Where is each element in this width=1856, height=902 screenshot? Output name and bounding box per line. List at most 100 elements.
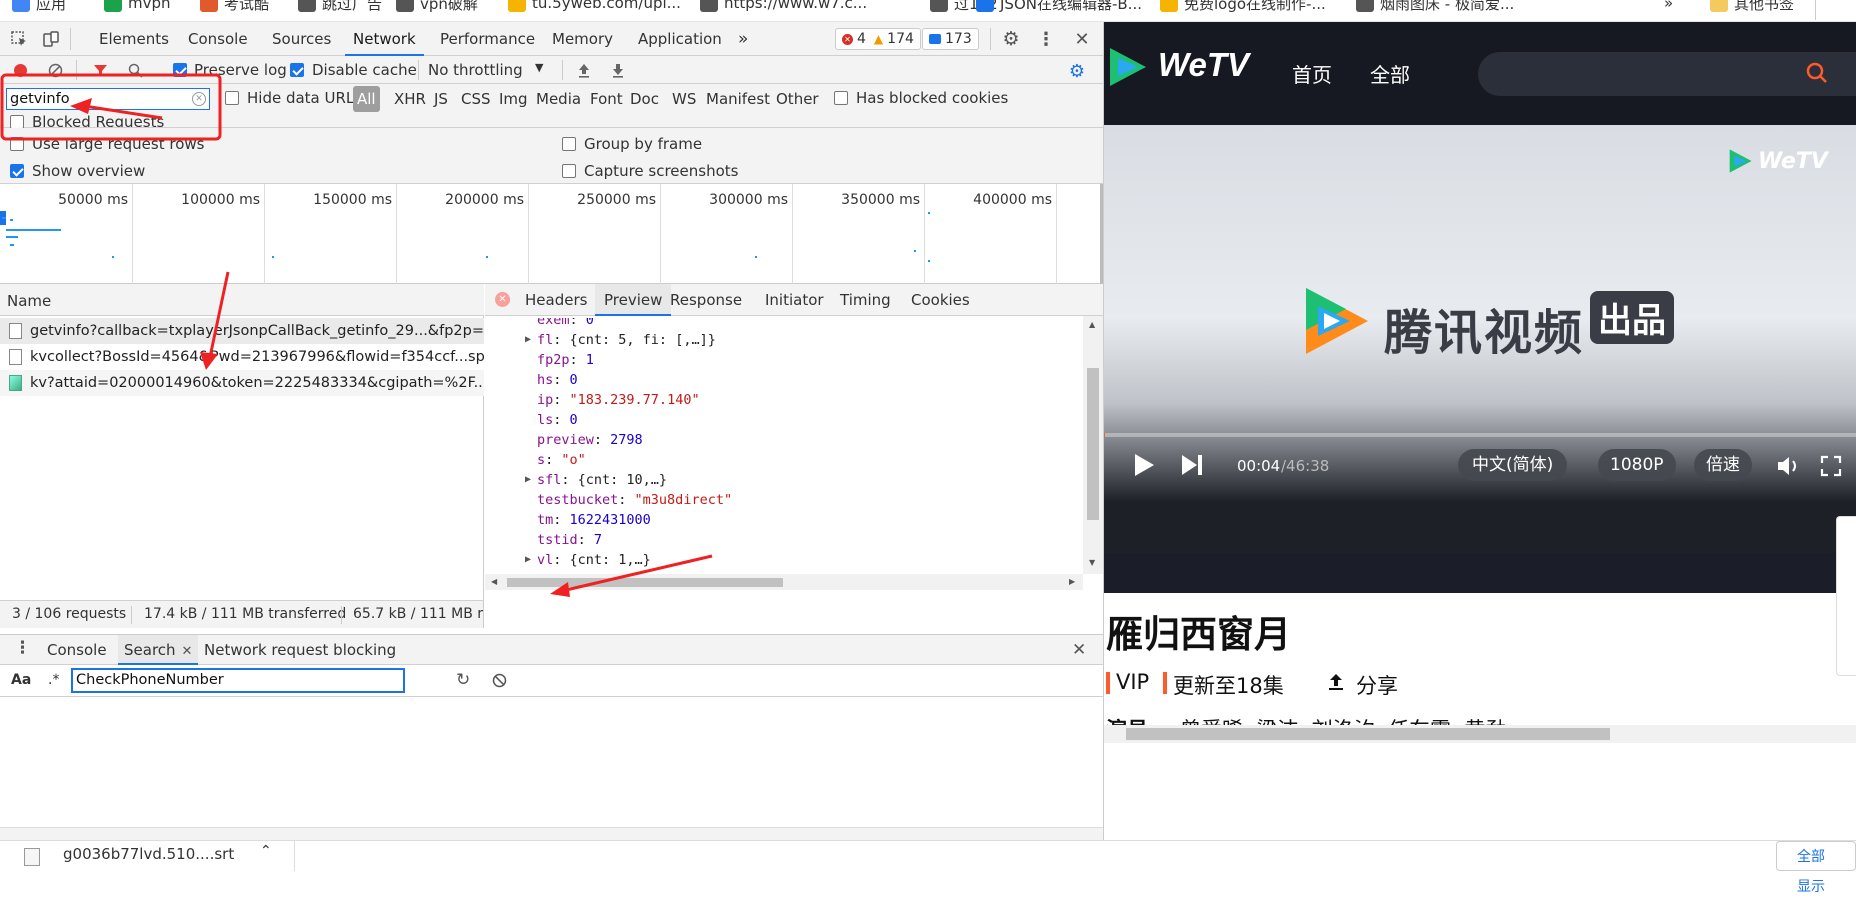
table-row[interactable]: getvinfo?callback=txplayerJsonpCallBack_… — [0, 318, 484, 344]
video-player[interactable]: WeTV 腾讯视频 出品 00:04 /46:38 中文(简体) 1080P 倍… — [1104, 125, 1856, 553]
close-devtools-icon[interactable]: ✕ — [1072, 29, 1092, 50]
bookmark-6[interactable]: https://www.w7.c... — [700, 0, 867, 13]
bookmark-2[interactable]: 考试酷 — [200, 0, 269, 13]
bookmark-12[interactable]: 其他书签 — [1710, 0, 1794, 13]
issues-counter[interactable]: ✕ 4 ▲ 174 — [835, 28, 921, 50]
show-overview-checkbox[interactable] — [10, 164, 24, 178]
close-tab-icon[interactable]: ✕ — [182, 644, 193, 659]
show-all-downloads-button[interactable]: 全部显示 — [1776, 841, 1856, 895]
preview-property[interactable]: ▶ vl: {cnt: 1,…} — [525, 550, 651, 570]
group-by-frame-checkbox[interactable] — [562, 137, 576, 151]
filter-type-css[interactable]: CSS — [461, 86, 491, 112]
expand-triangle-icon[interactable]: ▶ — [525, 550, 531, 570]
filter-type-xhr[interactable]: XHR — [394, 86, 426, 112]
device-toolbar-icon[interactable] — [42, 30, 60, 48]
nav-home[interactable]: 首页 — [1292, 59, 1332, 88]
refresh-icon[interactable]: ↻ — [456, 670, 470, 690]
detail-tab-cookies[interactable]: Cookies — [911, 284, 970, 316]
filter-type-media[interactable]: Media — [536, 86, 581, 112]
tab-console[interactable]: Console — [188, 22, 248, 56]
more-options-icon[interactable]: ⋮ — [1036, 29, 1056, 50]
filter-type-ws[interactable]: WS — [672, 86, 696, 112]
preview-hscrollbar[interactable]: ◀ ▶ — [485, 574, 1083, 590]
search-input-box[interactable]: CheckPhoneNumber — [71, 668, 405, 693]
bookmark-5[interactable]: tu.5yweb.com/upl... — [508, 0, 681, 13]
match-case-button[interactable]: Aa — [11, 672, 31, 688]
throttling-select[interactable]: No throttling — [428, 61, 523, 79]
more-tabs-icon[interactable]: » — [738, 22, 748, 56]
detail-tab-headers[interactable]: Headers — [525, 284, 587, 316]
close-drawer-icon[interactable]: ✕ — [1072, 640, 1086, 660]
export-har-icon[interactable] — [610, 62, 626, 78]
progress-bar[interactable] — [1104, 433, 1856, 437]
filter-type-doc[interactable]: Doc — [630, 86, 659, 112]
side-panel-edge[interactable] — [1836, 516, 1856, 676]
capture-screenshots-checkbox[interactable] — [562, 164, 576, 178]
filter-type-font[interactable]: Font — [590, 86, 623, 112]
download-filename[interactable]: g0036b77lvd.510....srt — [63, 845, 234, 863]
download-menu-chevron-icon[interactable]: ⌃ — [260, 843, 272, 859]
filter-type-img[interactable]: Img — [499, 86, 528, 112]
filter-type-other[interactable]: Other — [776, 86, 819, 112]
search-input[interactable]: CheckPhoneNumber — [76, 672, 224, 688]
filter-input-box[interactable]: getvinfo ✕ — [6, 88, 210, 110]
bookmark-0[interactable]: 应用 — [12, 0, 66, 13]
next-episode-icon[interactable] — [1179, 453, 1205, 481]
wetv-logo-icon[interactable] — [1104, 44, 1150, 94]
language-button[interactable]: 中文(简体) — [1458, 449, 1568, 481]
has-blocked-cookies-checkbox[interactable] — [834, 91, 848, 105]
hide-data-urls-checkbox[interactable] — [225, 91, 239, 105]
tab-sources[interactable]: Sources — [272, 22, 331, 56]
large-rows-checkbox[interactable] — [10, 137, 24, 151]
bookmark-10[interactable]: 烟雨图床 - 极简爱... — [1356, 0, 1514, 13]
tab-performance[interactable]: Performance — [440, 22, 535, 56]
page-hscrollbar[interactable] — [1104, 725, 1856, 743]
play-icon[interactable] — [1132, 452, 1156, 482]
speed-button[interactable]: 倍速 — [1694, 449, 1752, 481]
regex-button[interactable]: .* — [48, 672, 59, 688]
detail-tab-initiator[interactable]: Initiator — [765, 284, 824, 316]
filter-type-manifest[interactable]: Manifest — [706, 86, 770, 112]
bookmark-9[interactable]: 免费logo在线制作-... — [1160, 0, 1326, 13]
timeline-overview[interactable]: 50000 ms 100000 ms 150000 ms 200000 ms 25000… — [0, 184, 1103, 284]
record-icon[interactable] — [12, 62, 28, 78]
tab-elements[interactable]: Elements — [99, 22, 169, 56]
network-settings-icon[interactable]: ⚙ — [1068, 61, 1086, 82]
tab-memory[interactable]: Memory — [552, 22, 613, 56]
drawer-menu-icon[interactable]: ⋮ — [14, 638, 31, 658]
filter-input[interactable]: getvinfo — [10, 91, 70, 107]
preview-property[interactable]: ▶ fl: {cnt: 5, fi: [,…]} — [525, 330, 716, 350]
blocked-requests-checkbox[interactable] — [10, 115, 24, 129]
clear-icon[interactable] — [47, 62, 63, 78]
import-har-icon[interactable] — [576, 62, 592, 78]
clear-filter-icon[interactable]: ✕ — [192, 92, 206, 106]
close-details-icon[interactable]: ✕ — [495, 292, 510, 307]
detail-tab-response[interactable]: Response — [670, 284, 742, 316]
bookmark-3[interactable]: 跳过广告 — [298, 0, 382, 13]
detail-tab-timing[interactable]: Timing — [840, 284, 891, 316]
chevron-down-icon[interactable]: ▼ — [535, 61, 543, 74]
inspect-element-icon[interactable] — [10, 30, 28, 48]
drawer-tab-network-request-blocking[interactable]: Network request blocking — [204, 635, 396, 665]
table-row[interactable]: kvcollect?BossId=4564&Pwd=213967996&flow… — [0, 344, 484, 370]
expand-triangle-icon[interactable]: ▶ — [525, 330, 531, 350]
expand-triangle-icon[interactable]: ▶ — [525, 470, 531, 490]
disable-cache-checkbox[interactable] — [290, 63, 304, 77]
bookmark-11[interactable]: » — [1664, 0, 1673, 13]
bookmark-4[interactable]: vpn破解 — [396, 0, 478, 13]
filter-icon[interactable] — [92, 62, 108, 78]
nav-all[interactable]: 全部 — [1370, 59, 1410, 88]
bookmark-8[interactable]: JSON在线编辑器-B... — [976, 0, 1142, 13]
settings-gear-icon[interactable]: ⚙ — [1001, 28, 1021, 50]
fullscreen-icon[interactable] — [1820, 455, 1842, 481]
filter-type-js[interactable]: JS — [434, 86, 448, 112]
name-column-header[interactable]: Name — [7, 292, 51, 310]
preview-vscrollbar[interactable]: ▲ ▼ — [1083, 316, 1103, 574]
filter-type-all[interactable]: All — [353, 86, 380, 112]
quality-button[interactable]: 1080P — [1598, 449, 1676, 481]
site-search-input[interactable] — [1478, 52, 1856, 96]
site-search-icon[interactable] — [1806, 62, 1828, 88]
drawer-tab-console[interactable]: Console — [47, 635, 107, 665]
search-icon[interactable] — [127, 62, 143, 78]
clear-search-icon[interactable] — [492, 673, 507, 692]
